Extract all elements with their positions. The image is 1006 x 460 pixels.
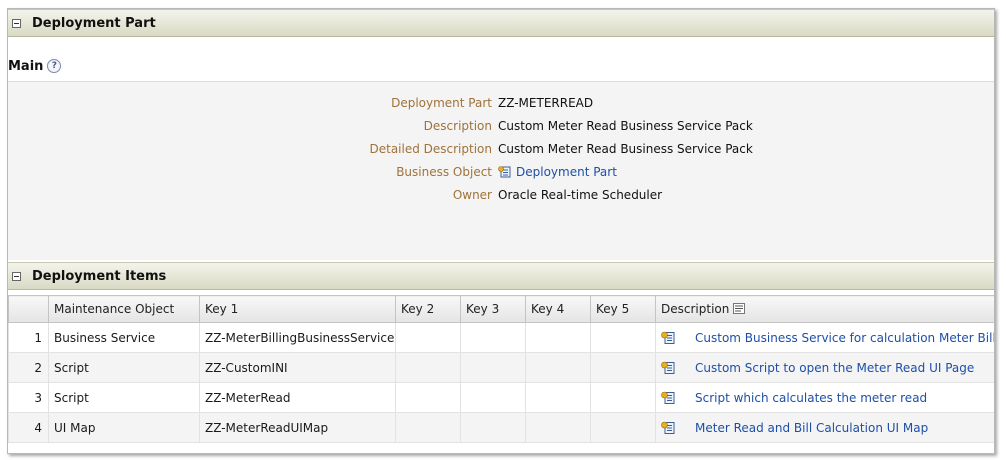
key-2-cell bbox=[395, 382, 461, 413]
key-5-cell bbox=[590, 382, 656, 413]
key-3-cell bbox=[460, 352, 526, 383]
column-header-key-2[interactable]: Key 2 bbox=[395, 295, 461, 323]
description-cell: Custom Business Service for calculation … bbox=[655, 322, 994, 353]
key-5-cell bbox=[590, 352, 656, 383]
table-row: 2 Script ZZ-CustomINI Custom Script to o… bbox=[8, 352, 994, 383]
field-label: Owner bbox=[452, 188, 492, 202]
business-object-link-label[interactable]: Deployment Part bbox=[516, 165, 617, 179]
key-3-cell bbox=[460, 322, 526, 353]
field-row-detailed-description: Detailed Description Custom Meter Read B… bbox=[8, 142, 994, 165]
description-cell: Meter Read and Bill Calculation UI Map bbox=[655, 412, 994, 443]
maintenance-object-cell: UI Map bbox=[48, 412, 200, 443]
field-list: Deployment Part ZZ-METERREAD Description… bbox=[8, 96, 994, 211]
main-panel: Deployment Part ZZ-METERREAD Description… bbox=[8, 81, 994, 260]
column-header-key-1[interactable]: Key 1 bbox=[199, 295, 396, 323]
deployment-part-page: Deployment Part Main? Deployment Part ZZ… bbox=[7, 8, 995, 454]
row-number: 2 bbox=[8, 352, 49, 383]
description-link[interactable]: Custom Business Service for calculation … bbox=[695, 331, 994, 345]
document-icon[interactable] bbox=[661, 331, 675, 345]
key-2-cell bbox=[395, 412, 461, 443]
key-1-cell: ZZ-MeterBillingBusinessService bbox=[199, 322, 396, 353]
field-value: Custom Meter Read Business Service Pack bbox=[498, 142, 753, 156]
column-header-key-3[interactable]: Key 3 bbox=[460, 295, 526, 323]
key-5-cell bbox=[590, 412, 656, 443]
table-row: 3 Script ZZ-MeterRead Script which calcu… bbox=[8, 382, 994, 413]
document-icon[interactable] bbox=[661, 391, 675, 405]
table-row: 4 UI Map ZZ-MeterReadUIMap Meter Read an… bbox=[8, 412, 994, 443]
section-title: Deployment Items bbox=[32, 269, 167, 284]
key-3-cell bbox=[460, 382, 526, 413]
main-heading: Main? bbox=[8, 59, 62, 74]
document-icon[interactable] bbox=[661, 361, 675, 375]
key-5-cell bbox=[590, 322, 656, 353]
column-header-description[interactable]: Description bbox=[655, 295, 994, 323]
section-title: Deployment Part bbox=[32, 16, 156, 31]
business-object-icon bbox=[498, 166, 511, 178]
column-header-key-5[interactable]: Key 5 bbox=[590, 295, 656, 323]
collapse-toggle-icon[interactable] bbox=[12, 272, 21, 281]
key-4-cell bbox=[525, 382, 591, 413]
field-value: ZZ-METERREAD bbox=[498, 96, 594, 110]
column-header-maintenance-object[interactable]: Maintenance Object bbox=[48, 295, 200, 323]
description-cell: Script which calculates the meter read bbox=[655, 382, 994, 413]
business-object-link[interactable]: Deployment Part bbox=[498, 165, 617, 179]
column-header-key-4[interactable]: Key 4 bbox=[525, 295, 591, 323]
field-row-business-object: Business Object Deployment Part bbox=[8, 165, 994, 188]
deployment-items-table: Maintenance Object Key 1 Key 2 Key 3 Key… bbox=[8, 295, 994, 443]
column-header-description-label: Description bbox=[661, 302, 730, 316]
maintenance-object-cell: Business Service bbox=[48, 322, 200, 353]
field-row-description: Description Custom Meter Read Business S… bbox=[8, 119, 994, 142]
deployment-part-section-header[interactable]: Deployment Part bbox=[8, 9, 994, 37]
row-number: 4 bbox=[8, 412, 49, 443]
field-label: Description bbox=[423, 119, 492, 133]
maintenance-object-cell: Script bbox=[48, 382, 200, 413]
help-icon[interactable]: ? bbox=[47, 59, 62, 73]
column-menu-icon[interactable] bbox=[733, 303, 746, 314]
main-label: Main bbox=[8, 59, 44, 74]
field-value: Custom Meter Read Business Service Pack bbox=[498, 119, 753, 133]
key-1-cell: ZZ-MeterRead bbox=[199, 382, 396, 413]
deployment-items-section-header[interactable]: Deployment Items bbox=[8, 262, 994, 290]
field-row-owner: Owner Oracle Real-time Scheduler bbox=[8, 188, 994, 211]
description-link[interactable]: Script which calculates the meter read bbox=[695, 391, 927, 405]
maintenance-object-cell: Script bbox=[48, 352, 200, 383]
row-number: 3 bbox=[8, 382, 49, 413]
field-value: Oracle Real-time Scheduler bbox=[498, 188, 663, 202]
key-4-cell bbox=[525, 412, 591, 443]
description-link[interactable]: Custom Script to open the Meter Read UI … bbox=[695, 361, 974, 375]
collapse-toggle-icon[interactable] bbox=[12, 19, 21, 28]
key-4-cell bbox=[525, 322, 591, 353]
key-4-cell bbox=[525, 352, 591, 383]
table-row: 1 Business Service ZZ-MeterBillingBusine… bbox=[8, 322, 994, 353]
field-row-deployment-part: Deployment Part ZZ-METERREAD bbox=[8, 96, 994, 119]
field-label: Detailed Description bbox=[369, 142, 492, 156]
key-1-cell: ZZ-CustomINI bbox=[199, 352, 396, 383]
document-icon[interactable] bbox=[661, 421, 675, 435]
table-header-row: Maintenance Object Key 1 Key 2 Key 3 Key… bbox=[8, 295, 994, 323]
column-header-row-number bbox=[8, 295, 49, 323]
key-2-cell bbox=[395, 322, 461, 353]
description-cell: Custom Script to open the Meter Read UI … bbox=[655, 352, 994, 383]
row-number: 1 bbox=[8, 322, 49, 353]
description-link[interactable]: Meter Read and Bill Calculation UI Map bbox=[695, 421, 928, 435]
field-label: Business Object bbox=[396, 165, 492, 179]
key-3-cell bbox=[460, 412, 526, 443]
key-1-cell: ZZ-MeterReadUIMap bbox=[199, 412, 396, 443]
field-label: Deployment Part bbox=[391, 96, 492, 110]
key-2-cell bbox=[395, 352, 461, 383]
